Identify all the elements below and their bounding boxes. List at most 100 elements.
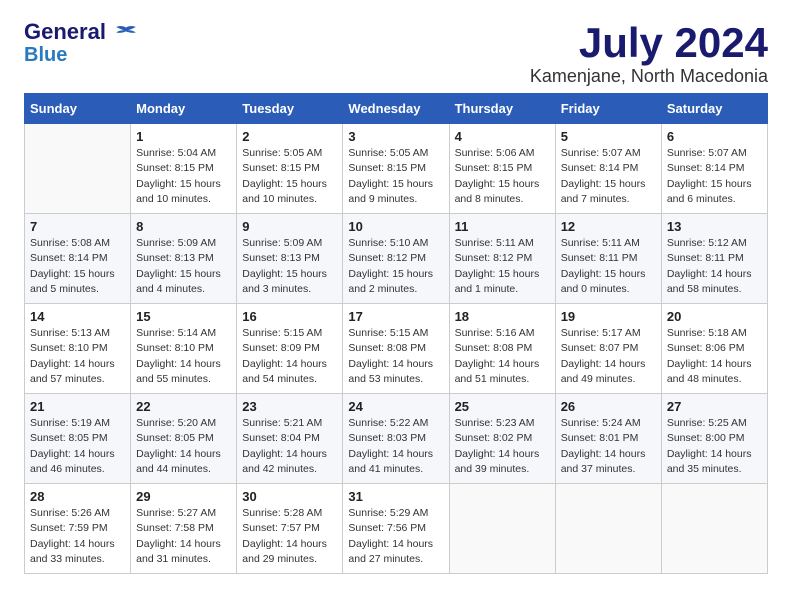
day-number: 18 <box>455 309 550 324</box>
day-info: Sunrise: 5:11 AM Sunset: 8:12 PM Dayligh… <box>455 236 550 297</box>
calendar-week-row: 7Sunrise: 5:08 AM Sunset: 8:14 PM Daylig… <box>25 214 768 304</box>
day-info: Sunrise: 5:09 AM Sunset: 8:13 PM Dayligh… <box>136 236 231 297</box>
weekday-header-row: SundayMondayTuesdayWednesdayThursdayFrid… <box>25 94 768 124</box>
calendar-cell: 27Sunrise: 5:25 AM Sunset: 8:00 PM Dayli… <box>661 394 767 484</box>
calendar-cell: 20 Sunrise: 5:18 AM Sunset: 8:06 PM Dayli… <box>661 304 767 394</box>
day-number: 27 <box>667 399 762 414</box>
day-info: Sunrise: 5:16 AM Sunset: 8:08 PM Dayligh… <box>455 326 550 387</box>
day-info: Sunrise: 5:17 AM Sunset: 8:07 PM Dayligh… <box>561 326 656 387</box>
day-info: Sunrise: 5:13 AM Sunset: 8:10 PM Dayligh… <box>30 326 125 387</box>
logo-bird-icon <box>115 22 137 44</box>
calendar-cell <box>25 124 131 214</box>
day-number: 15 <box>136 309 231 324</box>
location-title: Kamenjane, North Macedonia <box>530 66 768 87</box>
day-info: Sunrise: 5:24 AM Sunset: 8:01 PM Dayligh… <box>561 416 656 477</box>
day-number: 12 <box>561 219 656 234</box>
calendar-week-row: 14 Sunrise: 5:13 AM Sunset: 8:10 PM Dayli… <box>25 304 768 394</box>
day-info: Sunrise: 5:23 AM Sunset: 8:02 PM Dayligh… <box>455 416 550 477</box>
day-number: 7 <box>30 219 125 234</box>
weekday-header: Saturday <box>661 94 767 124</box>
day-number: 5 <box>561 129 656 144</box>
title-block: July 2024 Kamenjane, North Macedonia <box>530 20 768 87</box>
day-info: Sunrise: 5:15 AM Sunset: 8:09 PM Dayligh… <box>242 326 337 387</box>
day-number: 10 <box>348 219 443 234</box>
logo-text: General <box>24 20 137 44</box>
calendar-cell: 29 Sunrise: 5:27 AM Sunset: 7:58 PM Dayli… <box>131 484 237 574</box>
day-number: 17 <box>348 309 443 324</box>
calendar-week-row: 28 Sunrise: 5:26 AM Sunset: 7:59 PM Dayli… <box>25 484 768 574</box>
day-number: 29 <box>136 489 231 504</box>
calendar-cell: 18 Sunrise: 5:16 AM Sunset: 8:08 PM Dayli… <box>449 304 555 394</box>
weekday-header: Monday <box>131 94 237 124</box>
day-info: Sunrise: 5:05 AM Sunset: 8:15 PM Dayligh… <box>242 146 337 207</box>
calendar-cell: 16 Sunrise: 5:15 AM Sunset: 8:09 PM Dayli… <box>237 304 343 394</box>
calendar-cell: 1Sunrise: 5:04 AM Sunset: 8:15 PM Daylig… <box>131 124 237 214</box>
month-title: July 2024 <box>530 20 768 66</box>
day-info: Sunrise: 5:11 AM Sunset: 8:11 PM Dayligh… <box>561 236 656 297</box>
logo-blue-text: Blue <box>24 44 67 66</box>
weekday-header: Sunday <box>25 94 131 124</box>
day-info: Sunrise: 5:18 AM Sunset: 8:06 PM Dayligh… <box>667 326 762 387</box>
day-info: Sunrise: 5:21 AM Sunset: 8:04 PM Dayligh… <box>242 416 337 477</box>
calendar-body: 1Sunrise: 5:04 AM Sunset: 8:15 PM Daylig… <box>25 124 768 574</box>
day-number: 31 <box>348 489 443 504</box>
day-number: 9 <box>242 219 337 234</box>
day-info: Sunrise: 5:28 AM Sunset: 7:57 PM Dayligh… <box>242 506 337 567</box>
calendar-cell: 5Sunrise: 5:07 AM Sunset: 8:14 PM Daylig… <box>555 124 661 214</box>
calendar-cell <box>661 484 767 574</box>
day-info: Sunrise: 5:22 AM Sunset: 8:03 PM Dayligh… <box>348 416 443 477</box>
calendar-cell: 13 Sunrise: 5:12 AM Sunset: 8:11 PM Dayli… <box>661 214 767 304</box>
day-number: 28 <box>30 489 125 504</box>
calendar-week-row: 21 Sunrise: 5:19 AM Sunset: 8:05 PM Dayli… <box>25 394 768 484</box>
weekday-header: Tuesday <box>237 94 343 124</box>
calendar-cell: 19Sunrise: 5:17 AM Sunset: 8:07 PM Dayli… <box>555 304 661 394</box>
calendar-cell <box>449 484 555 574</box>
calendar-cell: 31Sunrise: 5:29 AM Sunset: 7:56 PM Dayli… <box>343 484 449 574</box>
day-info: Sunrise: 5:19 AM Sunset: 8:05 PM Dayligh… <box>30 416 125 477</box>
day-number: 25 <box>455 399 550 414</box>
day-number: 20 <box>667 309 762 324</box>
day-number: 2 <box>242 129 337 144</box>
calendar-cell: 6Sunrise: 5:07 AM Sunset: 8:14 PM Daylig… <box>661 124 767 214</box>
logo: General Blue <box>24 20 137 66</box>
calendar-cell: 28 Sunrise: 5:26 AM Sunset: 7:59 PM Dayli… <box>25 484 131 574</box>
calendar-week-row: 1Sunrise: 5:04 AM Sunset: 8:15 PM Daylig… <box>25 124 768 214</box>
day-info: Sunrise: 5:09 AM Sunset: 8:13 PM Dayligh… <box>242 236 337 297</box>
day-info: Sunrise: 5:04 AM Sunset: 8:15 PM Dayligh… <box>136 146 231 207</box>
day-number: 22 <box>136 399 231 414</box>
day-info: Sunrise: 5:20 AM Sunset: 8:05 PM Dayligh… <box>136 416 231 477</box>
day-number: 14 <box>30 309 125 324</box>
day-number: 13 <box>667 219 762 234</box>
day-info: Sunrise: 5:05 AM Sunset: 8:15 PM Dayligh… <box>348 146 443 207</box>
day-info: Sunrise: 5:14 AM Sunset: 8:10 PM Dayligh… <box>136 326 231 387</box>
calendar-cell: 22 Sunrise: 5:20 AM Sunset: 8:05 PM Dayli… <box>131 394 237 484</box>
day-number: 4 <box>455 129 550 144</box>
calendar-cell: 30 Sunrise: 5:28 AM Sunset: 7:57 PM Dayli… <box>237 484 343 574</box>
day-info: Sunrise: 5:15 AM Sunset: 8:08 PM Dayligh… <box>348 326 443 387</box>
calendar-cell: 4 Sunrise: 5:06 AM Sunset: 8:15 PM Daylig… <box>449 124 555 214</box>
day-info: Sunrise: 5:27 AM Sunset: 7:58 PM Dayligh… <box>136 506 231 567</box>
day-number: 11 <box>455 219 550 234</box>
calendar-table: SundayMondayTuesdayWednesdayThursdayFrid… <box>24 93 768 574</box>
calendar-cell: 23 Sunrise: 5:21 AM Sunset: 8:04 PM Dayli… <box>237 394 343 484</box>
day-info: Sunrise: 5:12 AM Sunset: 8:11 PM Dayligh… <box>667 236 762 297</box>
day-number: 24 <box>348 399 443 414</box>
weekday-header: Thursday <box>449 94 555 124</box>
calendar-cell: 15 Sunrise: 5:14 AM Sunset: 8:10 PM Dayli… <box>131 304 237 394</box>
day-number: 26 <box>561 399 656 414</box>
page-header: General Blue July 2024 Kamenjane, North … <box>24 20 768 87</box>
calendar-cell: 24 Sunrise: 5:22 AM Sunset: 8:03 PM Dayli… <box>343 394 449 484</box>
calendar-cell <box>555 484 661 574</box>
day-number: 30 <box>242 489 337 504</box>
weekday-header: Friday <box>555 94 661 124</box>
day-info: Sunrise: 5:06 AM Sunset: 8:15 PM Dayligh… <box>455 146 550 207</box>
day-number: 16 <box>242 309 337 324</box>
calendar-cell: 10 Sunrise: 5:10 AM Sunset: 8:12 PM Dayli… <box>343 214 449 304</box>
day-info: Sunrise: 5:26 AM Sunset: 7:59 PM Dayligh… <box>30 506 125 567</box>
day-number: 6 <box>667 129 762 144</box>
calendar-cell: 14 Sunrise: 5:13 AM Sunset: 8:10 PM Dayli… <box>25 304 131 394</box>
calendar-cell: 11 Sunrise: 5:11 AM Sunset: 8:12 PM Dayli… <box>449 214 555 304</box>
day-number: 23 <box>242 399 337 414</box>
day-info: Sunrise: 5:10 AM Sunset: 8:12 PM Dayligh… <box>348 236 443 297</box>
day-number: 21 <box>30 399 125 414</box>
